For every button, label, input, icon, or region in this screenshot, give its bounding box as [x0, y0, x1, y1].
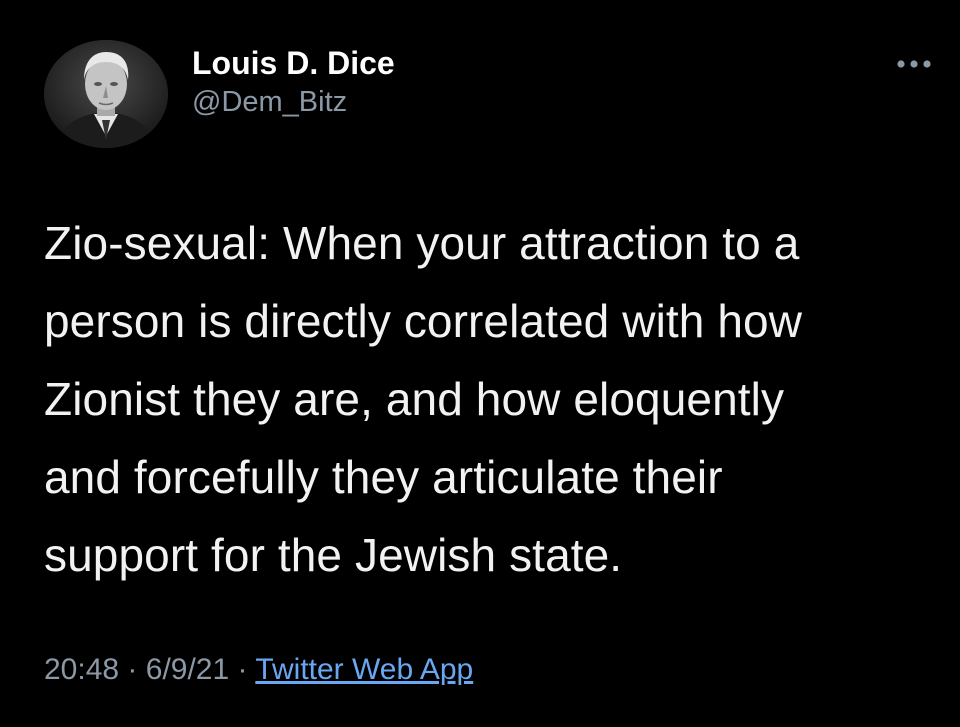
tweet-date[interactable]: 6/9/21: [146, 653, 229, 686]
tweet-time[interactable]: 20:48: [44, 653, 119, 686]
author-display-name[interactable]: Louis D. Dice: [192, 44, 395, 82]
tweet-metadata: 20:48 · 6/9/21 · Twitter Web App: [44, 650, 473, 690]
meta-separator: ·: [237, 653, 248, 686]
profile-photo-icon: [44, 40, 168, 148]
ellipsis-icon: [897, 60, 931, 68]
tweet-text: Zio-sexual: When your attraction to a pe…: [44, 217, 803, 581]
tweet-detail: Louis D. Dice @Dem_Bitz Zio-sexual: When…: [0, 0, 960, 727]
author-avatar[interactable]: [44, 40, 168, 148]
tweet-source-link[interactable]: Twitter Web App: [255, 653, 473, 686]
meta-separator: ·: [127, 653, 138, 686]
more-options-button[interactable]: [894, 52, 934, 76]
author-handle[interactable]: @Dem_Bitz: [192, 84, 395, 120]
author-info: Louis D. Dice @Dem_Bitz: [192, 44, 395, 120]
